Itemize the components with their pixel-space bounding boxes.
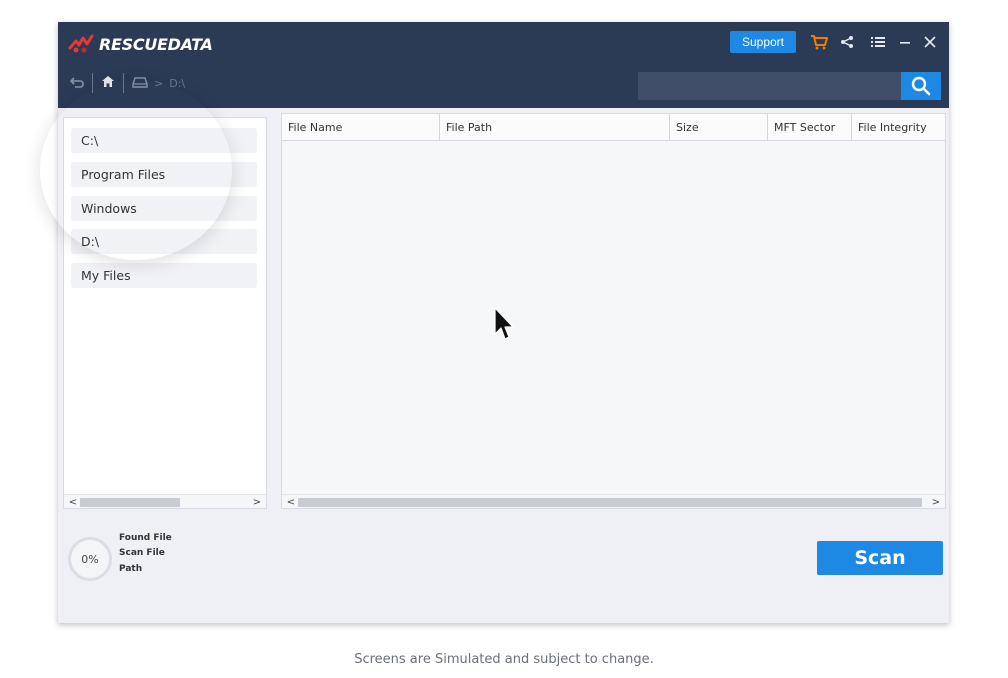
- logo: RESCUEDATA: [68, 31, 213, 57]
- cart-icon[interactable]: [809, 32, 829, 52]
- scrollbar-thumb[interactable]: [80, 498, 180, 507]
- scan-button[interactable]: Scan: [817, 541, 943, 575]
- navigation-bar: > D:\: [69, 72, 185, 94]
- sidebar-item-windows[interactable]: Windows: [71, 196, 257, 221]
- rescuedata-logo-icon: [68, 34, 94, 53]
- path-label: Path: [119, 564, 143, 574]
- close-icon[interactable]: [920, 32, 940, 52]
- table-header: File Name File Path Size MFT Sector File…: [282, 114, 945, 141]
- column-mft-sector[interactable]: MFT Sector: [768, 114, 852, 141]
- disclaimer-note: Screens are Simulated and subject to cha…: [354, 652, 654, 667]
- column-file-name[interactable]: File Name: [282, 114, 440, 141]
- sidebar-item-program-files[interactable]: Program Files: [71, 162, 257, 187]
- search-icon: [911, 76, 931, 96]
- folder-tree: C:\ Program Files Windows D:\ My Files <…: [63, 117, 267, 509]
- sidebar-item-c-drive[interactable]: C:\: [71, 128, 257, 153]
- support-button[interactable]: Support: [730, 31, 796, 53]
- progress-ring: 0%: [68, 537, 112, 581]
- minimize-icon[interactable]: [895, 32, 915, 52]
- column-size[interactable]: Size: [670, 114, 768, 141]
- found-file-label: Found File: [119, 533, 172, 543]
- column-file-integrity[interactable]: File Integrity: [852, 114, 945, 141]
- breadcrumb[interactable]: D:\: [169, 77, 185, 90]
- status-panel: 0% Found File Scan File Path Scan: [58, 512, 949, 623]
- scan-file-label: Scan File: [119, 548, 165, 558]
- scroll-right-icon[interactable]: >: [929, 495, 943, 509]
- scroll-left-icon[interactable]: <: [66, 495, 80, 509]
- menu-icon[interactable]: [868, 32, 888, 52]
- sidebar-item-d-drive[interactable]: D:\: [71, 229, 257, 254]
- divider: [92, 73, 93, 93]
- scroll-left-icon[interactable]: <: [284, 495, 298, 509]
- table-horizontal-scrollbar[interactable]: < >: [282, 494, 945, 508]
- column-file-path[interactable]: File Path: [440, 114, 670, 141]
- drive-icon[interactable]: [132, 76, 148, 91]
- sidebar-horizontal-scrollbar[interactable]: < >: [64, 494, 266, 508]
- sidebar-item-my-files[interactable]: My Files: [71, 263, 257, 288]
- scroll-right-icon[interactable]: >: [250, 495, 264, 509]
- home-icon[interactable]: [101, 75, 115, 91]
- divider: [123, 73, 124, 93]
- file-list-table: File Name File Path Size MFT Sector File…: [281, 113, 946, 509]
- scrollbar-thumb[interactable]: [298, 498, 922, 507]
- search-input[interactable]: [638, 72, 901, 100]
- title-bar: RESCUEDATA Support > D:\: [58, 22, 949, 108]
- share-icon[interactable]: [837, 32, 857, 52]
- logo-text: RESCUEDATA: [99, 34, 213, 54]
- back-icon[interactable]: [69, 76, 84, 91]
- mouse-pointer-icon: [494, 307, 514, 340]
- chevron-right-icon: >: [154, 76, 164, 90]
- search-button[interactable]: [901, 72, 941, 100]
